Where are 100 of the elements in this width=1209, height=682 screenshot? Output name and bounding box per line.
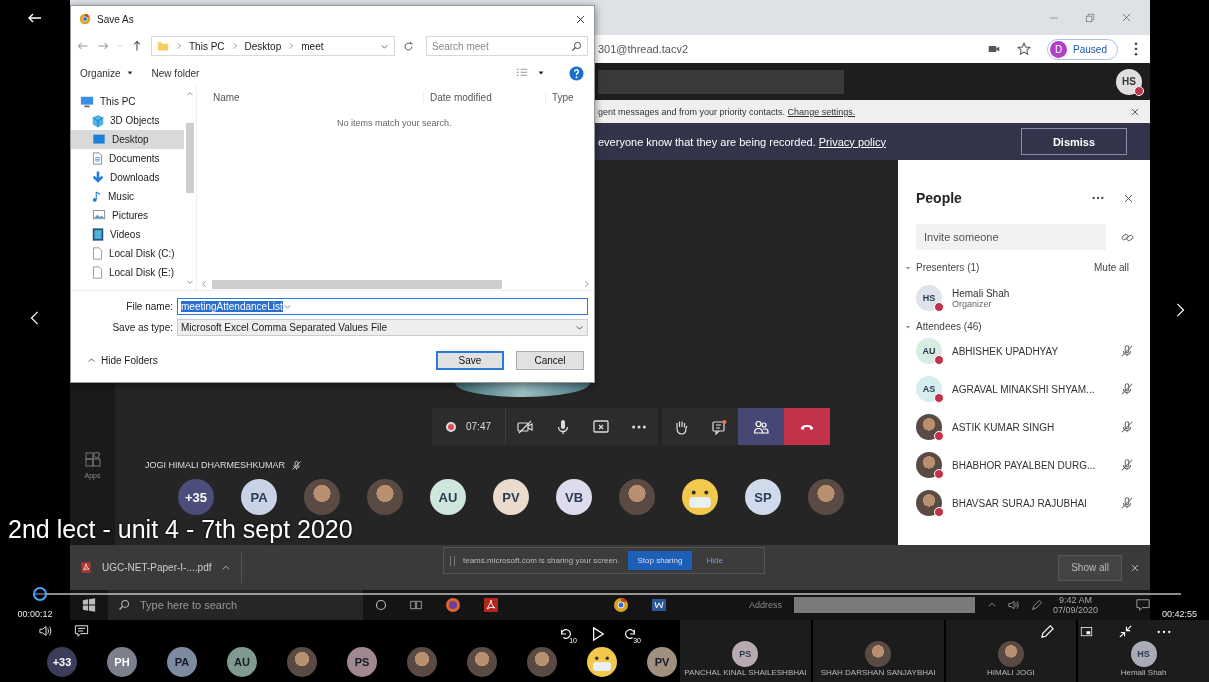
- profile-chip[interactable]: D Paused: [1047, 38, 1118, 60]
- avatar-photo-placeholder: [304, 479, 340, 515]
- close-icon[interactable]: [1130, 106, 1140, 117]
- pencil-icon[interactable]: [1040, 624, 1055, 639]
- folder-nav-item[interactable]: Documents: [71, 149, 184, 168]
- call-control-button[interactable]: [506, 408, 545, 445]
- pdf-app-icon[interactable]: [483, 597, 499, 613]
- circle-icon[interactable]: [375, 599, 387, 611]
- address-url[interactable]: 301@thread.tacv2: [598, 43, 972, 55]
- folder-nav-item[interactable]: This PC: [71, 92, 184, 111]
- chevron-right-icon: [288, 42, 295, 50]
- avatar-photo-placeholder: [527, 647, 557, 677]
- kebab-menu-icon[interactable]: [1134, 42, 1138, 56]
- account-avatar[interactable]: HS: [1116, 68, 1142, 95]
- call-control-button[interactable]: [738, 408, 785, 445]
- fox-browser-icon[interactable]: [445, 597, 461, 613]
- clock[interactable]: 9:42 AM 07/09/2020: [1052, 594, 1098, 616]
- scrollbar-thumb[interactable]: [186, 123, 194, 193]
- picture-icon: [91, 209, 107, 222]
- video-camera-icon[interactable]: [987, 43, 1002, 55]
- minimize-arrows-icon[interactable]: [1118, 624, 1133, 639]
- word-processor-icon[interactable]: [651, 597, 667, 613]
- search-field[interactable]: Search meet: [426, 36, 588, 56]
- folder-nav-item[interactable]: Desktop: [71, 130, 184, 149]
- folder-nav-item[interactable]: Downloads: [71, 168, 184, 187]
- close-icon[interactable]: [575, 13, 586, 25]
- mute-all-button[interactable]: Mute all: [1089, 260, 1134, 275]
- close-icon[interactable]: [1123, 192, 1134, 204]
- hang-up-icon: [799, 423, 816, 430]
- notification-text: gent messages and from your priority contacts. Change settings.: [598, 106, 857, 117]
- column-header[interactable]: Name: [213, 91, 423, 103]
- avatar: +33: [47, 647, 77, 677]
- folder-nav-item[interactable]: Music: [71, 187, 184, 206]
- call-control-button[interactable]: [700, 408, 739, 445]
- avatar: PV: [493, 479, 529, 515]
- new-folder-button[interactable]: New folder: [146, 65, 205, 81]
- column-header[interactable]: Date modified: [423, 91, 545, 103]
- help-icon[interactable]: [569, 65, 584, 81]
- picture-in-picture-icon[interactable]: [1079, 625, 1094, 638]
- pen-icon[interactable]: [1030, 599, 1043, 611]
- folder-nav-item[interactable]: Local Disk (C:): [71, 244, 184, 263]
- progress-thumb[interactable]: [32, 587, 47, 601]
- more-icon[interactable]: [1157, 629, 1171, 634]
- invite-field[interactable]: Invite someone: [916, 224, 1106, 250]
- notification-icon[interactable]: [1136, 598, 1150, 612]
- round-browser-icon[interactable]: [613, 597, 629, 613]
- path-field[interactable]: This PC Desktop meet: [151, 36, 395, 56]
- change-settings-link[interactable]: Change settings.: [787, 106, 856, 117]
- play-icon[interactable]: [591, 626, 605, 642]
- participant-name: AGRAVAL MINAKSHI SHYAM...: [952, 383, 1096, 395]
- mic-off-icon: [1120, 382, 1134, 396]
- caret-icon[interactable]: [537, 69, 545, 77]
- file-type-label: Save as type:: [111, 322, 173, 333]
- avatar: AU: [227, 647, 257, 677]
- folder-nav-item[interactable]: Local Disk (E:): [71, 263, 184, 282]
- avatar: AU: [430, 479, 466, 515]
- dialog-button[interactable]: Save: [436, 350, 504, 370]
- taskbar-search-field[interactable]: Type here to search: [108, 590, 363, 620]
- folder-nav-item[interactable]: Pictures: [71, 206, 184, 225]
- folder-nav-item[interactable]: Videos: [71, 225, 184, 244]
- chevron-left-icon: [201, 280, 208, 288]
- windows-logo-icon[interactable]: [82, 598, 96, 612]
- avatar: PH: [107, 647, 137, 677]
- speaker-icon[interactable]: [1006, 599, 1021, 611]
- call-control-button[interactable]: [662, 408, 701, 445]
- chevron-up-icon[interactable]: [986, 600, 997, 610]
- star-icon[interactable]: [1017, 42, 1032, 56]
- privacy-policy-link[interactable]: Privacy policy: [818, 135, 886, 148]
- folder-nav-item[interactable]: 3D Objects: [71, 111, 184, 130]
- dialog-button[interactable]: Cancel: [516, 350, 584, 370]
- column-header[interactable]: Type: [545, 91, 574, 103]
- file-name-field[interactable]: meetingAttendanceList: [177, 298, 588, 315]
- file-type-dropdown[interactable]: Microsoft Excel Comma Separated Values File: [177, 319, 588, 336]
- captions-icon[interactable]: [74, 624, 89, 638]
- address-field[interactable]: [794, 597, 975, 613]
- refresh-icon[interactable]: [403, 40, 414, 52]
- restore-icon[interactable]: [1085, 12, 1095, 23]
- attendees-heading: Attendees (46): [916, 321, 983, 332]
- stop-sharing-button[interactable]: Stop sharing: [627, 551, 693, 570]
- mic-off-icon: [1120, 458, 1134, 472]
- task-view-icon[interactable]: [409, 599, 423, 611]
- hide-folders-button[interactable]: Hide Folders: [81, 353, 164, 367]
- organize-menu[interactable]: Organize: [75, 65, 139, 81]
- show-all-button[interactable]: Show all: [1058, 554, 1122, 581]
- call-control-button[interactable]: [784, 408, 831, 445]
- volume-icon[interactable]: [38, 624, 54, 638]
- people-icon: [753, 418, 770, 435]
- participant-name: ASTIK KUMAR SINGH: [952, 421, 1056, 433]
- dismiss-button[interactable]: Dismiss: [1021, 128, 1127, 155]
- download-file-name[interactable]: UGC-NET-Paper-I-....pdf: [102, 562, 212, 573]
- scrollbar-thumb[interactable]: [212, 279, 502, 289]
- presence-badge-icon: [934, 355, 944, 365]
- chat-icon: [711, 418, 728, 435]
- hide-button[interactable]: Hide: [700, 555, 729, 566]
- document-icon: [91, 151, 104, 166]
- avatar-photo-placeholder: [467, 647, 497, 677]
- pdf-file-icon: [80, 561, 92, 574]
- chevron-right-icon: [583, 280, 590, 288]
- apps-icon[interactable]: [84, 452, 101, 468]
- up-arrow-icon[interactable]: [131, 40, 143, 52]
